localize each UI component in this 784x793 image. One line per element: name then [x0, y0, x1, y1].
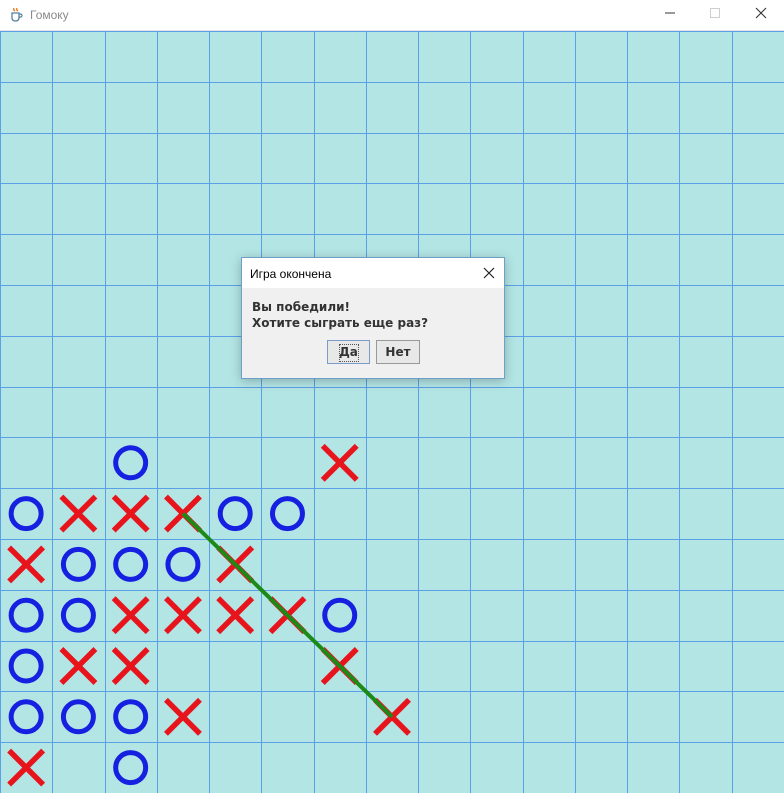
minimize-button[interactable] [647, 0, 693, 30]
x-mark [7, 545, 46, 584]
o-mark [60, 597, 96, 633]
close-button[interactable] [738, 0, 784, 30]
board-canvas[interactable] [0, 31, 784, 793]
yes-button[interactable]: Да [327, 340, 370, 364]
java-cup-icon [8, 7, 24, 23]
dialog-header: Игра окончена [242, 258, 504, 288]
o-mark [165, 546, 201, 582]
x-mark [163, 596, 202, 635]
o-mark [113, 546, 149, 582]
o-mark [8, 648, 44, 684]
x-mark [59, 647, 98, 685]
minimize-icon [664, 6, 676, 24]
focus-ring [339, 344, 359, 362]
x-mark [59, 494, 98, 533]
no-button-label: Нет [385, 345, 411, 359]
x-mark [7, 748, 46, 787]
o-mark [60, 546, 96, 582]
x-mark [111, 494, 150, 533]
no-button[interactable]: Нет [376, 340, 420, 364]
o-mark [269, 496, 305, 532]
maximize-icon [709, 6, 721, 24]
o-mark [217, 496, 253, 532]
x-mark [216, 596, 255, 635]
title-bar: Гомоку [0, 0, 784, 31]
x-mark [111, 596, 150, 635]
window-title: Гомоку [30, 8, 69, 22]
game-board[interactable] [0, 31, 784, 793]
dialog-message-question: Хотите сыграть еще раз? [252, 316, 429, 330]
x-mark [320, 443, 359, 482]
winning-line [181, 512, 394, 719]
o-mark [8, 597, 44, 633]
o-mark [113, 445, 149, 481]
dialog-message-result: Вы победили! [252, 300, 350, 314]
maximize-button[interactable] [692, 0, 738, 30]
x-mark [111, 647, 150, 685]
x-mark [163, 697, 202, 736]
o-mark [8, 699, 44, 735]
o-mark [113, 699, 149, 735]
o-mark [60, 699, 96, 735]
o-mark [113, 750, 149, 786]
dialog-title: Игра окончена [250, 267, 332, 281]
game-over-dialog: Игра окончена Вы победили! Хотите сыграт… [241, 257, 505, 379]
dialog-close-icon[interactable] [480, 264, 498, 282]
o-mark [322, 597, 358, 633]
o-mark [8, 496, 44, 532]
close-icon [755, 6, 767, 24]
